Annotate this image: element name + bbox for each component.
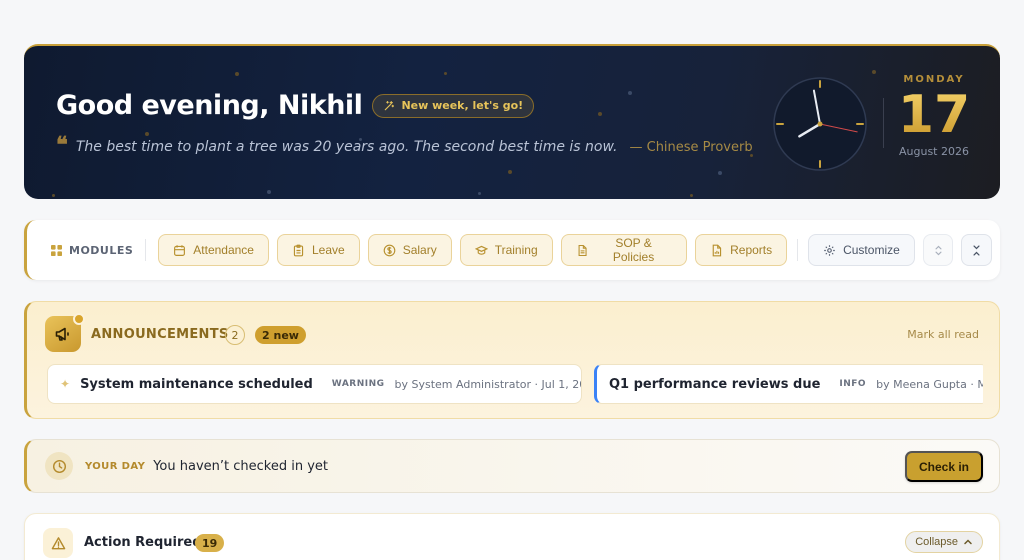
quote-mark-icon: ❝ [56,132,68,158]
your-day-banner: YOUR DAY You haven’t checked in yet Chec… [24,439,1000,493]
collapse-button[interactable]: Collapse [905,531,983,553]
chevrons-collapse-icon [973,244,980,256]
date-month-year: August 2026 [899,145,969,158]
announcements-count: 2 [225,325,245,345]
announcement-meta: by Meena Gupta · Mar [876,377,983,391]
quote-author: — Chinese Proverb [629,139,753,155]
module-leave-label: Leave [311,243,345,257]
gear-icon [824,244,835,256]
megaphone-icon [55,327,69,341]
announcements-carousel: ✦ System maintenance scheduled WARNING b… [47,364,983,404]
module-leave-button[interactable]: Leave [276,234,360,266]
report-icon [712,244,722,256]
chevron-up-icon [964,539,972,545]
date-display: MONDAY 17 August 2026 [896,74,972,158]
module-attendance-button[interactable]: Attendance [158,234,269,266]
grid-icon [51,244,62,256]
module-sop-policies-label: SOP & Policies [612,236,655,264]
modules-bar: MODULES Attendance Leave Salary Training… [24,220,1000,280]
announcement-level: INFO [839,379,867,389]
greeting-title: Good evening, Nikhil [56,90,363,121]
modules-divider [145,239,147,261]
warning-triangle-icon [51,536,65,549]
hero-divider [883,98,884,148]
action-required-panel: Action Required 19 Collapse [24,513,1000,560]
collapse-modules-button[interactable] [961,234,992,266]
modules-divider-2 [797,239,799,261]
week-badge: New week, let's go! [372,93,535,118]
sparkle-wand-icon [385,100,395,110]
clock-icon [52,459,66,473]
clipboard-icon [293,244,304,256]
announcement-title: Q1 performance reviews due [609,376,821,392]
daily-quote: ❝ The best time to plant a tree was 20 y… [56,134,753,156]
announcement-card[interactable]: Q1 performance reviews due INFO by Meena… [594,364,983,404]
chevron-up-down-icon [935,245,942,255]
collapse-label: Collapse [915,536,958,548]
action-required-title: Action Required [84,535,202,550]
unread-indicator [73,313,85,325]
new-badge: 2 new [255,326,306,344]
announcement-card[interactable]: ✦ System maintenance scheduled WARNING b… [47,364,582,404]
announcement-level: WARNING [331,379,385,389]
modules-label-text: MODULES [69,243,134,257]
graduation-cap-icon [474,245,488,255]
module-salary-button[interactable]: Salary [367,234,452,266]
module-salary-label: Salary [402,243,437,257]
welcome-hero: Good evening, Nikhil New week, let's go!… [24,44,1000,199]
analog-clock [773,77,867,171]
announcement-meta: by System Administrator · Jul 1, 2026 [394,377,582,391]
clock-icon-wrap [45,452,73,480]
action-required-count: 19 [195,534,225,552]
calendar-icon [174,244,186,256]
module-training-label: Training [494,243,538,257]
module-sop-policies-button[interactable]: SOP & Policies [560,234,688,266]
announcements-title: ANNOUNCEMENTS [91,327,229,342]
sparkle-icon: ✦ [60,377,71,391]
your-day-label: YOUR DAY [85,460,146,472]
week-badge-label: New week, let's go! [401,99,524,112]
module-training-button[interactable]: Training [459,234,553,266]
reorder-button[interactable] [922,234,954,266]
module-attendance-label: Attendance [193,243,254,257]
customize-button[interactable]: Customize [808,234,915,266]
dollar-icon [383,244,396,256]
quote-text: The best time to plant a tree was 20 yea… [75,139,618,155]
module-reports-button[interactable]: Reports [695,234,788,266]
mark-all-read-link[interactable]: Mark all read [907,328,979,341]
date-day-number: 17 [897,85,971,145]
document-icon [578,244,587,256]
date-weekday: MONDAY [903,74,965,85]
announcement-title: System maintenance scheduled [80,376,313,392]
modules-label: MODULES [51,244,133,257]
customize-label: Customize [843,243,900,257]
warning-icon-wrap [43,528,73,558]
check-in-status: You haven’t checked in yet [153,458,329,474]
module-reports-label: Reports [730,243,773,257]
announcements-panel: ANNOUNCEMENTS 2 2 new Mark all read ✦ Sy… [24,301,1000,419]
check-in-button[interactable]: Check in [904,451,983,482]
